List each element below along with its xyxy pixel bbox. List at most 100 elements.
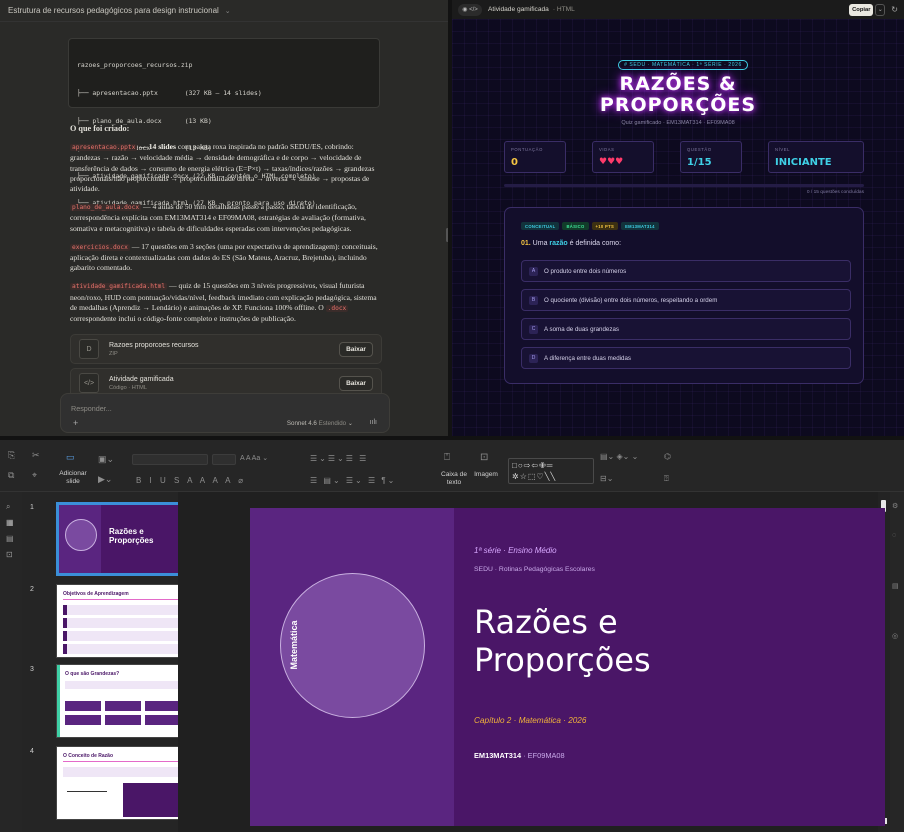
thumb-box <box>123 783 181 817</box>
answer-option-b[interactable]: B O quociente (divisão) entre dois númer… <box>521 289 851 311</box>
option-key: A <box>529 266 538 276</box>
chat-title[interactable]: Estrutura de recursos pedagógicos para d… <box>8 6 219 15</box>
slide-thumbnail-3[interactable]: O que são Grandezas? <box>56 664 188 738</box>
copy-icon[interactable]: ⧉ <box>8 470 14 481</box>
shapes-row[interactable]: □○⇨⇦✙═ <box>512 460 590 471</box>
font-size-controls-icon[interactable]: A A Aa ⌄ <box>240 454 268 462</box>
thumb-circle <box>65 519 97 551</box>
slide-number: 3 <box>30 666 34 673</box>
list-icons[interactable]: ☰⌄☰⌄☰ ☰ <box>310 454 368 463</box>
paste-icon[interactable]: ⎘ <box>8 450 15 461</box>
arrange-icon[interactable]: ⊟⌄ <box>600 474 613 483</box>
game-subtitle: Quiz gamificado · EM13MAT314 · EF09MA08 <box>621 120 735 126</box>
impress-toolbar: ⎘ ✂ ⧉ ⌖ ▭ Adicionar slide ▣⌄ ▶⌄ A A Aa ⌄… <box>0 440 904 492</box>
download-button[interactable]: Baixar <box>339 341 373 357</box>
bold-text: — 14 slides <box>137 142 176 152</box>
slide-number: 4 <box>30 748 34 755</box>
answer-option-c[interactable]: C A soma de duas grandezas <box>521 318 851 340</box>
add-slide-button[interactable]: Adicionar slide <box>56 470 90 485</box>
subject-badge: # SEDU · MATEMÁTICA · 1ª SÉRIE · 2026 <box>618 60 748 70</box>
master-icon[interactable]: ⊡ <box>6 550 13 559</box>
refresh-icon[interactable]: ↻ <box>891 5 898 14</box>
slides-pane-icon[interactable]: ▦ <box>6 518 14 527</box>
stat-lives: VIDAS ♥♥♥ <box>592 141 654 173</box>
shapes-gallery[interactable]: □○⇨⇦✙═ ✲☆⬚♡╲╲ <box>508 458 594 484</box>
question-card: CONCEITUAL BÁSICO +10 PTS EM13MAT314 01.… <box>504 207 864 384</box>
slide-grade[interactable]: 1ª série · Ensino Médio <box>474 546 557 555</box>
file-meta: Atividade gamificada Código · HTML <box>109 376 339 391</box>
chevron-down-icon[interactable]: ⌄ <box>225 7 231 15</box>
fontwork-icon[interactable]: ⍰ <box>664 474 669 484</box>
format-paint-icon[interactable]: ⌖ <box>32 470 37 481</box>
paragraph-exercicios: exercicios.docx — 17 questões em 3 seçõe… <box>70 242 382 274</box>
thumb-cell <box>65 701 101 711</box>
stat-value: 0 <box>511 157 518 168</box>
current-slide[interactable]: Matemática 1ª série · Ensino Médio SEDU … <box>250 508 885 826</box>
right-sidebar: ⚙ ◌ ▤ ◎ <box>890 492 904 832</box>
shapes-row[interactable]: ✲☆⬚♡╲╲ <box>512 471 590 482</box>
slide-thumbnail-2[interactable]: Objetivos de Aprendizagem <box>56 584 188 658</box>
gallery-icon[interactable]: ▤ <box>892 582 899 590</box>
game-title: RAZÕES & PROPORÇÕES <box>572 74 784 116</box>
thumb-cell <box>65 715 101 725</box>
slide-thumbnail-4[interactable]: O Conceito de Razão <box>56 746 188 820</box>
font-size-input[interactable] <box>212 454 236 465</box>
tag-pill: CONCEITUAL <box>521 222 560 230</box>
tag-pill: EM13MAT314 <box>621 222 659 230</box>
reply-input[interactable]: Responder... <box>71 404 112 413</box>
styles-icon[interactable]: ◌ <box>892 532 896 539</box>
file-card-zip[interactable]: D Razoes proporcoes recursos ZIP Baixar <box>70 334 382 364</box>
code-icon: </> <box>79 373 99 393</box>
fill-icons[interactable]: ▤⌄ ◈⌄ ⌄ <box>600 452 638 461</box>
text-box-button[interactable]: Caixa de texto <box>438 471 470 486</box>
model-selector[interactable]: Sonnet 4.6 Estendido ⌄ <box>287 420 353 427</box>
thumb-cell <box>145 701 181 711</box>
image-icon[interactable]: ⊡ <box>480 452 488 463</box>
text-box-icon[interactable]: ⍞ <box>444 452 450 463</box>
font-name-input[interactable] <box>132 454 208 465</box>
slide-circle-shape[interactable] <box>280 573 425 718</box>
properties-icon[interactable]: ⚙ <box>892 502 898 510</box>
thumb-fraction <box>67 791 107 792</box>
image-button[interactable]: Imagem <box>472 471 500 479</box>
new-slide-icon[interactable]: ▭ <box>66 452 75 463</box>
notes-icon[interactable]: ▤ <box>6 534 14 543</box>
reply-composer[interactable]: Responder... + Sonnet 4.6 Estendido ⌄ ıı… <box>60 393 390 433</box>
paragraph-pptx: apresentacao.pptx — 14 slides com paleta… <box>70 142 382 194</box>
vertical-subject-label[interactable]: Matemática <box>289 615 299 675</box>
add-attachment-icon[interactable]: + <box>73 418 78 428</box>
slide-sedu[interactable]: SEDU · Rotinas Pedagógicas Escolares <box>474 566 595 573</box>
align-icons[interactable]: ☰ ▤⌄ ☰⌄ ☰ ¶⌄ <box>310 476 396 485</box>
text-format-icons[interactable]: B I U S A A A A ⌀ <box>136 476 246 485</box>
thumb-row <box>63 618 181 628</box>
answer-option-a[interactable]: A O produto entre dois números <box>521 260 851 282</box>
cut-icon[interactable]: ✂ <box>32 450 40 461</box>
download-button[interactable]: Baixar <box>339 375 373 391</box>
slide-chapter[interactable]: Capítulo 2 · Matemática · 2026 <box>474 716 586 725</box>
screen-root: Estrutura de recursos pedagógicos para d… <box>0 0 904 832</box>
slide-codes[interactable]: EM13MAT314 · EF09MA08 <box>474 751 565 760</box>
thumb-cell <box>145 715 181 725</box>
slideshow-icon[interactable]: ▶⌄ <box>98 474 112 485</box>
special-char-icon[interactable]: ⌬ <box>664 452 671 461</box>
file-tag: .docx <box>325 304 349 312</box>
thumb-row <box>63 605 181 615</box>
navigator-icon[interactable]: ◎ <box>892 632 898 640</box>
answer-option-d[interactable]: D A diferença entre duas medidas <box>521 347 851 369</box>
layout-icon[interactable]: ▣⌄ <box>98 454 114 465</box>
voice-icon[interactable]: ıılı <box>370 419 377 426</box>
stat-question: QUESTÃO 1/15 <box>680 141 742 173</box>
preview-code-toggle[interactable]: ◉ </> <box>458 3 482 16</box>
chevron-down-icon[interactable]: ⌄ <box>875 3 886 16</box>
slide-thumbnail-1[interactable]: Razões e Proporções <box>56 502 188 576</box>
slides-panel: 1 Razões e Proporções 2 Objetivos de Apr… <box>22 492 196 832</box>
thumb-row <box>63 767 181 777</box>
stat-label: PONTUAÇÃO <box>511 147 543 152</box>
copy-button[interactable]: Copiar <box>849 3 874 16</box>
paragraph-plano: plano_de_aula.docx — 4 aulas de 50 min d… <box>70 202 382 234</box>
thumb-row <box>65 681 181 689</box>
slide-title[interactable]: Razões e Proporções <box>474 603 651 679</box>
assistant-message: O que foi criado: apresentacao.pptx — 14… <box>70 124 382 332</box>
search-icon[interactable]: ⌕ <box>6 502 10 512</box>
chat-header[interactable]: Estrutura de recursos pedagógicos para d… <box>0 0 448 22</box>
